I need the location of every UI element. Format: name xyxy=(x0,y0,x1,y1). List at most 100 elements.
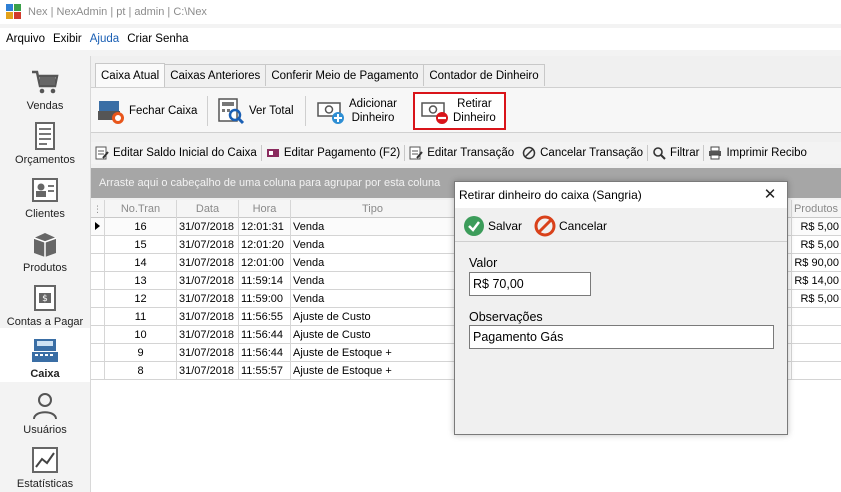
cancelar-transacao-button[interactable]: Cancelar Transação xyxy=(522,146,643,160)
menu-arquivo[interactable]: Arquivo xyxy=(6,33,45,45)
svg-text:$: $ xyxy=(42,294,48,304)
cell-data: 31/07/2018 xyxy=(177,254,239,271)
title-bar: Nex | NexAdmin | pt | admin | C:\Nex xyxy=(0,0,841,24)
cell-produtos xyxy=(792,308,841,325)
valor-input[interactable]: R$ 70,00 xyxy=(469,272,591,296)
cell-notran: 9 xyxy=(105,344,177,361)
cancelar-button[interactable]: Cancelar xyxy=(534,215,607,237)
ver-total-button[interactable]: Ver Total xyxy=(217,94,294,128)
sidebar-item-produtos[interactable]: Produtos xyxy=(0,222,90,276)
sidebar-item-contas-a-pagar[interactable]: $ Contas a Pagar xyxy=(0,276,90,330)
toolbar-separator xyxy=(703,145,705,161)
bill-icon: $ xyxy=(34,285,56,311)
column-header-notran[interactable]: No.Tran xyxy=(105,200,177,218)
window-title: Nex | NexAdmin | pt | admin | C:\Nex xyxy=(28,6,207,18)
editar-transacao-button[interactable]: Editar Transação xyxy=(409,146,514,160)
cell-produtos xyxy=(792,326,841,343)
prohibited-icon xyxy=(534,215,556,236)
menu-criar-senha[interactable]: Criar Senha xyxy=(127,33,188,45)
cell-tipo: Venda xyxy=(291,290,455,307)
editar-pagamento-button[interactable]: Editar Pagamento (F2) xyxy=(266,146,400,160)
sidebar-item-label: Clientes xyxy=(25,208,65,220)
cell-hora: 11:56:44 xyxy=(239,326,291,343)
tab-contador-dinheiro[interactable]: Contador de Dinheiro xyxy=(423,64,545,86)
salvar-button[interactable]: Salvar xyxy=(463,215,522,237)
menu-ajuda[interactable]: Ajuda xyxy=(90,33,119,45)
cell-produtos xyxy=(792,344,841,361)
cell-hora: 11:56:44 xyxy=(239,344,291,361)
adicionar-dinheiro-button[interactable]: Adicionar Dinheiro xyxy=(317,94,397,128)
filtrar-button[interactable]: Filtrar xyxy=(652,146,699,160)
ribbon-separator xyxy=(207,96,208,126)
edit-document-icon xyxy=(409,146,423,160)
cell-tipo: Ajuste de Custo xyxy=(291,308,455,325)
editar-transacao-label: Editar Transação xyxy=(427,147,515,159)
retirar-line1: Retirar xyxy=(457,98,492,110)
cell-produtos: R$ 5,00 xyxy=(792,218,841,235)
cell-notran: 8 xyxy=(105,362,177,379)
imprimir-recibo-label: Imprimir Recibo xyxy=(726,147,807,159)
cancelar-transacao-label: Cancelar Transação xyxy=(540,147,644,159)
column-header-produtos[interactable]: Produtos xyxy=(792,200,841,218)
fechar-caixa-button[interactable]: Fechar Caixa xyxy=(97,94,197,128)
cell-produtos: R$ 5,00 xyxy=(792,290,841,307)
column-header-data[interactable]: Data xyxy=(177,200,239,218)
sidebar-item-orcamentos[interactable]: Orçamentos xyxy=(0,114,90,168)
sidebar-item-label: Produtos xyxy=(22,262,68,274)
ver-total-label: Ver Total xyxy=(249,105,294,117)
cell-hora: 11:59:00 xyxy=(239,290,291,307)
close-register-icon xyxy=(98,101,124,124)
tab-caixa-atual[interactable]: Caixa Atual xyxy=(95,63,166,87)
cell-produtos: R$ 14,00 xyxy=(792,272,841,289)
menu-exibir[interactable]: Exibir xyxy=(53,33,82,45)
cell-hora: 11:59:14 xyxy=(239,272,291,289)
dialog-title: Retirar dinheiro do caixa (Sangria) xyxy=(459,188,642,202)
toolbar-separator xyxy=(260,145,262,161)
cell-tipo: Ajuste de Estoque + xyxy=(291,344,455,361)
sidebar-item-caixa[interactable]: Caixa xyxy=(0,328,90,382)
observacoes-input[interactable]: Pagamento Gás xyxy=(469,325,774,349)
cell-data: 31/07/2018 xyxy=(177,362,239,379)
cell-notran: 13 xyxy=(105,272,177,289)
cell-hora: 12:01:31 xyxy=(239,218,291,235)
cancel-icon xyxy=(522,146,536,160)
close-icon[interactable]: ✕ xyxy=(761,186,779,204)
dialog-title-bar: Retirar dinheiro do caixa (Sangria) ✕ xyxy=(455,182,787,208)
sidebar-item-usuarios[interactable]: Usuários xyxy=(0,384,90,438)
cell-hora: 12:01:20 xyxy=(239,236,291,253)
cell-data: 31/07/2018 xyxy=(177,236,239,253)
row-indicator xyxy=(91,290,105,307)
editar-saldo-inicial-button[interactable]: Editar Saldo Inicial do Caixa xyxy=(95,146,257,160)
column-chooser-icon[interactable]: ⋮ xyxy=(91,200,105,218)
app-window: Nex | NexAdmin | pt | admin | C:\Nex Arq… xyxy=(0,0,841,492)
tab-strip: Caixa Atual Caixas Anteriores Conferir M… xyxy=(95,63,545,87)
tab-caixas-anteriores[interactable]: Caixas Anteriores xyxy=(164,64,267,86)
cell-produtos: R$ 90,00 xyxy=(792,254,841,271)
row-indicator xyxy=(91,272,105,289)
column-header-tipo[interactable]: Tipo xyxy=(291,200,455,218)
sidebar-item-label: Vendas xyxy=(26,100,64,112)
imprimir-recibo-button[interactable]: Imprimir Recibo xyxy=(708,146,807,160)
toolbar-separator xyxy=(647,145,649,161)
observacoes-label: Observações xyxy=(469,310,543,324)
cell-notran: 12 xyxy=(105,290,177,307)
row-indicator xyxy=(91,362,105,379)
ribbon-separator xyxy=(305,96,306,126)
tab-conferir-meio-pagamento[interactable]: Conferir Meio de Pagamento xyxy=(265,64,425,86)
sidebar-item-label: Usuários xyxy=(23,424,67,436)
retirar-dinheiro-button[interactable]: Retirar Dinheiro xyxy=(413,92,506,130)
cell-hora: 11:56:55 xyxy=(239,308,291,325)
sidebar-item-estatisticas[interactable]: Estatísticas xyxy=(0,438,90,492)
sidebar-item-clientes[interactable]: Clientes xyxy=(0,168,90,222)
sidebar-item-label: Contas a Pagar xyxy=(6,316,84,328)
adicionar-line1: Adicionar xyxy=(349,98,397,110)
cell-hora: 12:01:00 xyxy=(239,254,291,271)
cell-data: 31/07/2018 xyxy=(177,272,239,289)
cell-tipo: Venda xyxy=(291,236,455,253)
column-header-hora[interactable]: Hora xyxy=(239,200,291,218)
cell-tipo: Venda xyxy=(291,272,455,289)
dialog-toolbar: Salvar Cancelar xyxy=(455,210,787,242)
sidebar-item-vendas[interactable]: Vendas xyxy=(0,60,90,114)
box-icon xyxy=(33,233,57,257)
payment-card-icon xyxy=(266,149,279,157)
